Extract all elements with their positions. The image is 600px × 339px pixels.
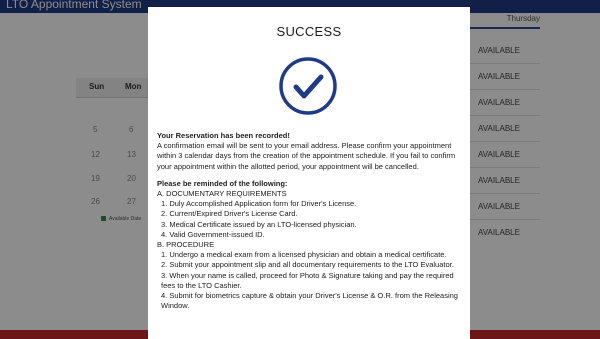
check-circle-icon [279,57,337,115]
document-item: 4. Valid Government-issued ID. [161,229,265,239]
section-b-heading: B. PROCEDURE [157,240,215,250]
document-item: 1. Duly Accomplished Application form fo… [161,199,357,209]
recorded-heading: Your Reservation has been recorded! [157,131,290,140]
procedure-item: 2. Submit your appointment slip and all … [161,260,454,270]
procedure-item: 1. Undergo a medical exam from a license… [161,250,447,260]
modal-title: SUCCESS [276,24,342,39]
document-item: 3. Medical Certificate issued by an LTO-… [161,219,357,229]
modal-body: Your Reservation has been recorded! A co… [157,131,463,311]
document-item: 2. Current/Expired Driver's License Card… [161,209,298,219]
section-a-heading: A. DOCUMENTARY REQUIREMENTS [157,189,287,199]
procedure-item: 4. Submit for biometrics capture & obtai… [161,291,458,311]
reminder-heading: Please be reminded of the following: [157,178,288,188]
confirmation-text: A confirmation email will be sent to you… [157,141,456,171]
procedure-item: 3. When your name is called, proceed for… [161,270,454,290]
success-modal: SUCCESS Your Reservation has been record… [148,7,470,339]
